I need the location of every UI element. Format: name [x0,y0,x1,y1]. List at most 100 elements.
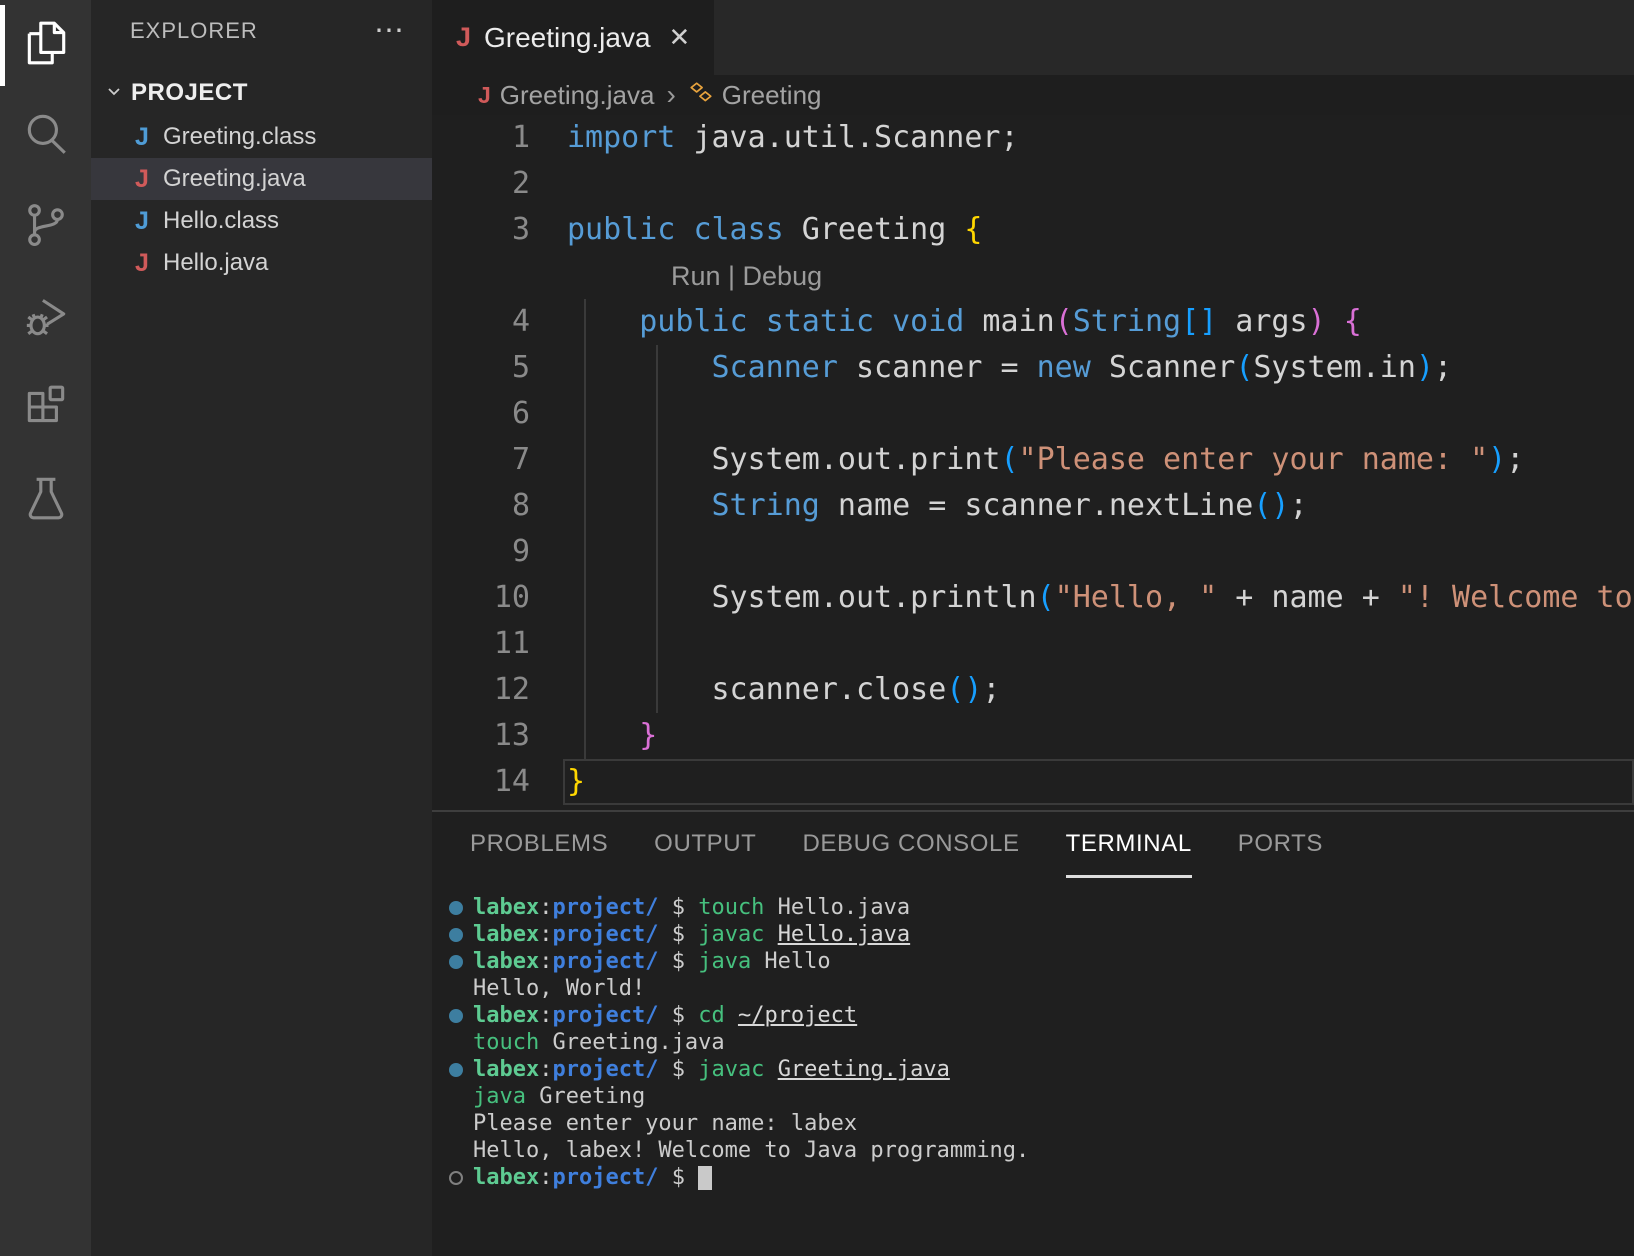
java-file-icon: J [135,249,163,278]
code-line: 11 [432,621,1634,667]
line-number: 10 [432,575,567,621]
activity-extensions[interactable] [0,364,91,455]
editor-area: J Greeting.java ✕ J Greeting.java › Gree… [432,0,1634,1256]
panel-tabs: PROBLEMS OUTPUT DEBUG CONSOLE TERMINAL PORTS [432,812,1634,878]
line-number: 8 [432,483,567,529]
prompt-dot-icon [447,1002,473,1029]
activity-source-control[interactable] [0,182,91,273]
terminal-line: Hello, World! [447,975,1634,1002]
tab-bar: J Greeting.java ✕ [432,0,1634,75]
panel-tab-output[interactable]: OUTPUT [654,812,756,878]
line-number: 2 [432,161,567,207]
file-label: Greeting.class [163,123,316,151]
code-line: 6 [432,391,1634,437]
prompt-dot-icon [447,948,473,975]
explorer-title: EXPLORER [130,18,374,44]
vscode-window: EXPLORER ⋯ PROJECT JGreeting.classJGreet… [0,0,1634,1256]
terminal-text: labex:project/ $ cd ~/project [473,1002,857,1029]
terminal-line: Hello, labex! Welcome to Java programmin… [447,1137,1634,1164]
terminal-line: labex:project/ $ [447,1164,1634,1191]
project-section-header[interactable]: PROJECT [91,72,432,114]
line-number: 5 [432,345,567,391]
terminal[interactable]: labex:project/ $ touch Hello.javalabex:p… [432,878,1634,1256]
terminal-line: labex:project/ $ javac Hello.java [447,921,1634,948]
file-item-hello.java[interactable]: JHello.java [91,242,432,284]
extensions-icon [21,382,71,437]
run-debug-codelens[interactable]: Run | Debug [671,253,822,299]
terminal-text: Please enter your name: labex [473,1110,857,1137]
code-line: 1import java.util.Scanner; [432,115,1634,161]
terminal-line: labex:project/ $ touch Hello.java [447,894,1634,921]
line-number: 9 [432,529,567,575]
code-line: 3public class Greeting { [432,207,1634,253]
code-text: scanner.close(); [567,667,1000,713]
code-line: 2 [432,161,1634,207]
bottom-panel: PROBLEMS OUTPUT DEBUG CONSOLE TERMINAL PORTS… [432,810,1634,1256]
code-line: 5 Scanner scanner = new Scanner(System.i… [432,345,1634,391]
close-icon[interactable]: ✕ [669,22,691,53]
activity-run-debug[interactable] [0,273,91,364]
code-text: } [567,713,657,759]
terminal-cursor [698,1166,712,1190]
current-line-highlight [563,759,1634,805]
tab-label: Greeting.java [484,22,651,54]
testing-icon [21,473,71,528]
terminal-indent [447,1029,473,1056]
code-line: 9 [432,529,1634,575]
terminal-text: labex:project/ $ touch Hello.java [473,894,910,921]
file-label: Greeting.java [163,165,306,193]
code-text: public static void main(String[] args) { [567,299,1362,345]
explorer-sidebar: EXPLORER ⋯ PROJECT JGreeting.classJGreet… [91,0,432,1256]
activity-search[interactable] [0,91,91,182]
terminal-indent [447,975,473,1002]
activity-testing[interactable] [0,455,91,546]
activity-bar [0,0,91,1256]
terminal-indent [447,1137,473,1164]
code-line: 12 scanner.close(); [432,667,1634,713]
file-item-greeting.java[interactable]: JGreeting.java [91,158,432,200]
java-file-icon: J [478,82,491,109]
line-number: 3 [432,207,567,253]
terminal-text: java Greeting [473,1083,645,1110]
breadcrumb-symbol[interactable]: Greeting [722,80,822,111]
breadcrumb-file[interactable]: Greeting.java [500,80,655,111]
file-list: JGreeting.classJGreeting.javaJHello.clas… [91,116,432,284]
code-text: System.out.println("Hello, " + name + "!… [567,575,1634,621]
file-label: Hello.class [163,207,279,235]
java-file-icon: J [135,123,163,152]
code-line: 7 System.out.print("Please enter your na… [432,437,1634,483]
terminal-line: Please enter your name: labex [447,1110,1634,1137]
file-item-hello.class[interactable]: JHello.class [91,200,432,242]
activity-explorer[interactable] [0,0,91,91]
code-text: import java.util.Scanner; [567,115,1019,161]
panel-tab-debug-console[interactable]: DEBUG CONSOLE [802,812,1019,878]
code-lines: 1import java.util.Scanner;23public class… [432,115,1634,805]
terminal-text: labex:project/ $ [473,1164,712,1191]
code-editor[interactable]: 1import java.util.Scanner;23public class… [432,115,1634,810]
chevron-right-icon: › [666,79,675,111]
explorer-more-actions-icon[interactable]: ⋯ [374,21,404,41]
panel-tab-problems[interactable]: PROBLEMS [470,812,608,878]
indent-guide [656,345,658,713]
line-number: 12 [432,667,567,713]
symbol-class-icon [688,80,714,111]
line-number: 13 [432,713,567,759]
line-number [432,253,567,299]
panel-tab-terminal[interactable]: TERMINAL [1066,812,1192,878]
file-label: Hello.java [163,249,268,277]
terminal-indent [447,1110,473,1137]
code-text: Scanner scanner = new Scanner(System.in)… [567,345,1452,391]
file-item-greeting.class[interactable]: JGreeting.class [91,116,432,158]
chevron-down-icon [103,80,125,107]
panel-tab-ports[interactable]: PORTS [1238,812,1323,878]
code-line: 8 String name = scanner.nextLine(); [432,483,1634,529]
java-file-icon: J [135,165,163,194]
java-file-icon: J [456,22,484,53]
terminal-line: java Greeting [447,1083,1634,1110]
prompt-dot-icon [447,1164,473,1191]
terminal-text: labex:project/ $ java Hello [473,948,831,975]
files-icon [21,18,71,73]
line-number: 4 [432,299,567,345]
tab-greeting-java[interactable]: J Greeting.java ✕ [432,0,714,75]
line-number: 11 [432,621,567,667]
